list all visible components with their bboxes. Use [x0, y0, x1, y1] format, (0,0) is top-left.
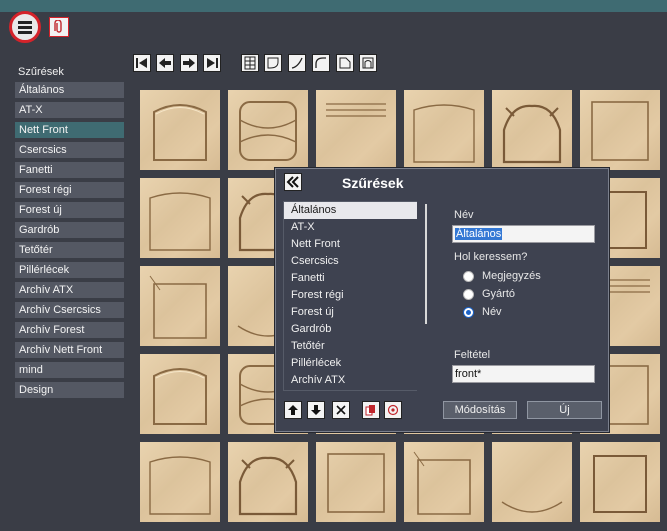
name-field[interactable]: Általános: [452, 225, 595, 243]
list-item[interactable]: Forest régi: [284, 287, 434, 304]
door-panel-thumbnail[interactable]: [140, 266, 220, 346]
list-item[interactable]: Fanetti: [284, 270, 434, 287]
door-panel-thumbnail[interactable]: [492, 90, 572, 170]
name-label: Név: [454, 209, 474, 221]
search-option-radio[interactable]: Megjegyzés: [463, 270, 541, 282]
name-field-value: Általános: [455, 228, 503, 240]
dialog-filter-list: Általános AT-X Nett Front Csercsics Fanetti F…: [283, 201, 435, 391]
top-accent-bar: [0, 0, 667, 12]
sidebar-item[interactable]: Design: [15, 382, 124, 398]
sidebar-item[interactable]: Csercsics: [15, 142, 124, 158]
filter-dialog: Szűrések Általános AT-X Nett Front Csercsic…: [275, 168, 609, 432]
list-item[interactable]: Pillérlécek: [284, 355, 434, 372]
filter-list: Általános AT-X Nett Front Csercsics Fanetti F…: [15, 82, 124, 402]
radio-label: Gyártó: [482, 288, 516, 300]
target-icon[interactable]: [384, 401, 402, 419]
paperclip-icon[interactable]: [49, 17, 69, 37]
list-item[interactable]: Nett Front: [284, 236, 434, 253]
cut-corner-icon[interactable]: [336, 54, 354, 72]
search-where-label: Hol keressem?: [454, 251, 528, 263]
sidebar-item[interactable]: Forest új: [15, 202, 124, 218]
sidebar-item[interactable]: Pillérlécek: [15, 262, 124, 278]
door-panel-thumbnail[interactable]: [316, 90, 396, 170]
door-panel-thumbnail[interactable]: [228, 90, 308, 170]
door-panel-thumbnail[interactable]: [140, 178, 220, 258]
sidebar-item[interactable]: Forest régi: [15, 182, 124, 198]
sidebar-item[interactable]: Archív Csercsics: [15, 302, 124, 318]
door-panel-thumbnail[interactable]: [316, 442, 396, 522]
door-panel-thumbnail[interactable]: [492, 442, 572, 522]
condition-field[interactable]: front*: [452, 365, 595, 383]
door-panel-thumbnail[interactable]: [404, 442, 484, 522]
arrow-down-icon[interactable]: [307, 401, 325, 419]
sidebar-item[interactable]: Archív Forest: [15, 322, 124, 338]
arc-corner-icon[interactable]: [312, 54, 330, 72]
door-panel-thumbnail[interactable]: [140, 354, 220, 434]
next-icon[interactable]: [180, 54, 198, 72]
diagonal-curve-icon[interactable]: [288, 54, 306, 72]
copy-icon[interactable]: [362, 401, 380, 419]
sidebar-item[interactable]: Fanetti: [15, 162, 124, 178]
first-page-icon[interactable]: [133, 54, 151, 72]
rounded-corner-icon[interactable]: [264, 54, 282, 72]
modify-button[interactable]: Módosítás: [443, 401, 517, 419]
radio-label: Megjegyzés: [482, 270, 541, 282]
sidebar-item[interactable]: mind: [15, 362, 124, 378]
list-item[interactable]: Általános: [284, 202, 434, 219]
grid-frame-icon[interactable]: [241, 54, 259, 72]
radio-dot[interactable]: [463, 288, 474, 300]
list-item[interactable]: AT-X: [284, 219, 434, 236]
list-item[interactable]: Gardrób: [284, 321, 434, 338]
sidebar-item[interactable]: Archív ATX: [15, 282, 124, 298]
sidebar-item[interactable]: Archív Nett Front: [15, 342, 124, 358]
door-panel-thumbnail[interactable]: [140, 442, 220, 522]
sidebar-item[interactable]: Nett Front: [15, 122, 124, 138]
sidebar-item[interactable]: AT-X: [15, 102, 124, 118]
door-panel-thumbnail[interactable]: [580, 442, 660, 522]
list-item[interactable]: Tetőtér: [284, 338, 434, 355]
radio-dot[interactable]: [463, 306, 474, 318]
list-scrollbar[interactable]: [417, 201, 435, 391]
list-item[interactable]: Csercsics: [284, 253, 434, 270]
double-chevron-left-icon[interactable]: [284, 173, 302, 191]
delete-x-icon[interactable]: [332, 401, 350, 419]
list-item[interactable]: Archív ATX: [284, 372, 434, 389]
door-panel-thumbnail[interactable]: [404, 90, 484, 170]
sidebar-item[interactable]: Tetőtér: [15, 242, 124, 258]
sidebar-title: Szűrések: [18, 66, 64, 78]
sidebar-item[interactable]: Általános: [15, 82, 124, 98]
door-panel-thumbnail[interactable]: [580, 90, 660, 170]
last-page-icon[interactable]: [203, 54, 221, 72]
arch-frame-icon[interactable]: [359, 54, 377, 72]
previous-icon[interactable]: [156, 54, 174, 72]
sidebar-item[interactable]: Gardrób: [15, 222, 124, 238]
door-panel-thumbnail[interactable]: [228, 442, 308, 522]
hamburger-menu-icon[interactable]: [9, 11, 41, 43]
search-option-radio[interactable]: Gyártó: [463, 288, 515, 300]
radio-label: Név: [482, 306, 502, 318]
dialog-title: Szűrések: [342, 175, 404, 191]
new-button[interactable]: Új: [527, 401, 602, 419]
list-item[interactable]: Forest új: [284, 304, 434, 321]
arrow-up-icon[interactable]: [284, 401, 302, 419]
door-panel-thumbnail[interactable]: [140, 90, 220, 170]
search-option-radio[interactable]: Név: [463, 306, 502, 318]
condition-label: Feltétel: [454, 349, 491, 361]
radio-dot[interactable]: [463, 270, 474, 282]
